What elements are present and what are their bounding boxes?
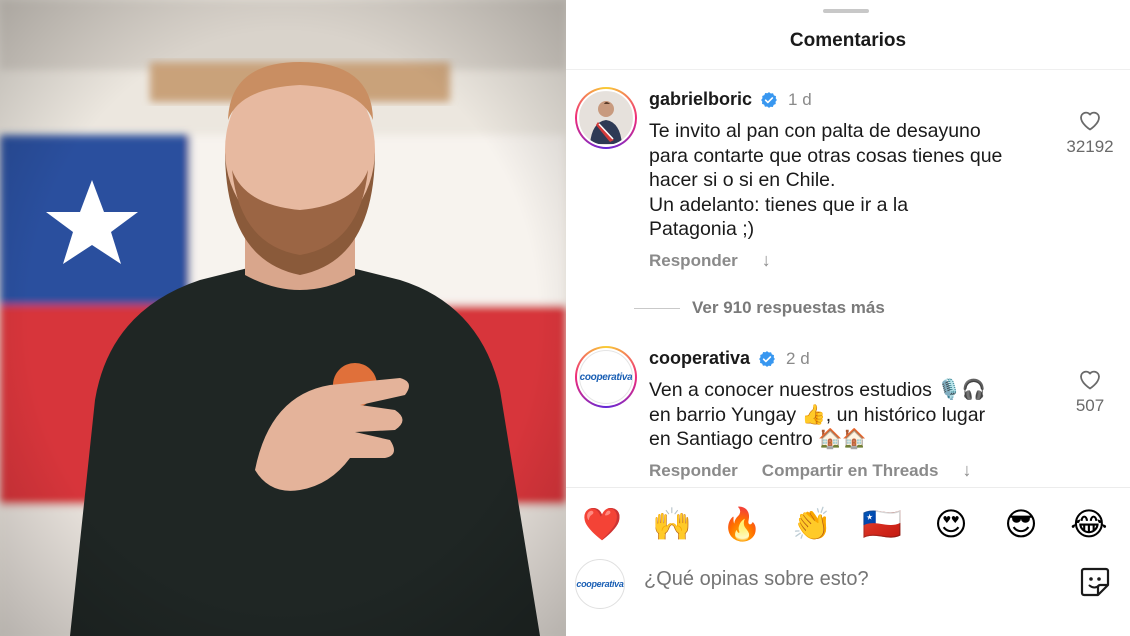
profile-photo-icon — [580, 92, 632, 144]
reply-button[interactable]: Responder — [649, 461, 738, 481]
clapping-emoji[interactable]: 👏 — [792, 504, 832, 544]
sunglasses-emoji[interactable]: 😎 — [1001, 504, 1041, 544]
tears-of-joy-emoji[interactable]: 😂 — [1069, 504, 1109, 544]
comment-text: Te invito al pan con palta de desayuno p… — [649, 120, 1003, 241]
my-avatar: cooperativa — [575, 559, 625, 609]
sticker-icon[interactable] — [1078, 565, 1112, 599]
cooperativa-logo: cooperativa — [579, 371, 633, 383]
chile-flag-emoji[interactable]: 🇨🇱 — [862, 504, 902, 544]
fire-emoji[interactable]: 🔥 — [722, 504, 762, 544]
comment-input[interactable] — [644, 568, 1024, 591]
like-count: 507 — [1075, 396, 1105, 415]
down-arrow-icon[interactable]: ↓ — [762, 250, 771, 271]
view-more-replies-label[interactable]: Ver 910 respuestas más — [692, 298, 885, 318]
reply-button[interactable]: Responder — [649, 251, 738, 271]
down-arrow-icon[interactable]: ↓ — [962, 460, 971, 481]
heart-outline-icon[interactable] — [1078, 109, 1102, 131]
sheet-title: Comentarios — [789, 30, 907, 51]
raised-hands-emoji[interactable]: 🙌 — [652, 504, 692, 544]
sheet-grab-handle[interactable] — [823, 9, 869, 13]
replies-divider — [634, 307, 680, 309]
verified-badge-icon — [759, 350, 775, 367]
comment-text: Ven a conocer nuestros estudios 🎙️🎧 en b… — [649, 379, 986, 451]
heart-outline-icon[interactable] — [1078, 368, 1102, 390]
emoji-reaction-bar: ❤️ 🙌 🔥 👏 🇨🇱 😍 😎 😂 — [566, 487, 1130, 557]
view-more-replies[interactable]: Ver 910 respuestas más — [634, 298, 885, 318]
verified-badge-icon — [761, 91, 777, 108]
comment-composer: cooperativa — [566, 556, 1130, 636]
heart-eyes-emoji[interactable]: 😍 — [931, 504, 971, 544]
heart-emoji[interactable]: ❤️ — [582, 504, 622, 544]
cooperativa-logo: cooperativa — [576, 579, 624, 589]
man-with-chilean-flag-image — [0, 0, 566, 636]
comment-username[interactable]: gabrielboric — [649, 89, 752, 110]
header-divider — [566, 69, 1130, 70]
like-button[interactable]: 32192 — [1060, 109, 1120, 157]
comments-sheet: Comentarios gabrielboric 1 d Te invito a… — [566, 0, 1130, 636]
comment-username[interactable]: cooperativa — [649, 348, 750, 369]
like-button[interactable]: 507 — [1060, 368, 1120, 416]
avatar[interactable] — [575, 87, 637, 149]
share-threads-button[interactable]: Compartir en Threads — [762, 461, 939, 481]
like-count: 32192 — [1066, 137, 1114, 156]
avatar[interactable]: cooperativa — [575, 346, 637, 408]
comment-timestamp: 1 d — [788, 89, 812, 109]
video-frame — [0, 0, 566, 636]
comment-timestamp: 2 d — [786, 348, 810, 368]
